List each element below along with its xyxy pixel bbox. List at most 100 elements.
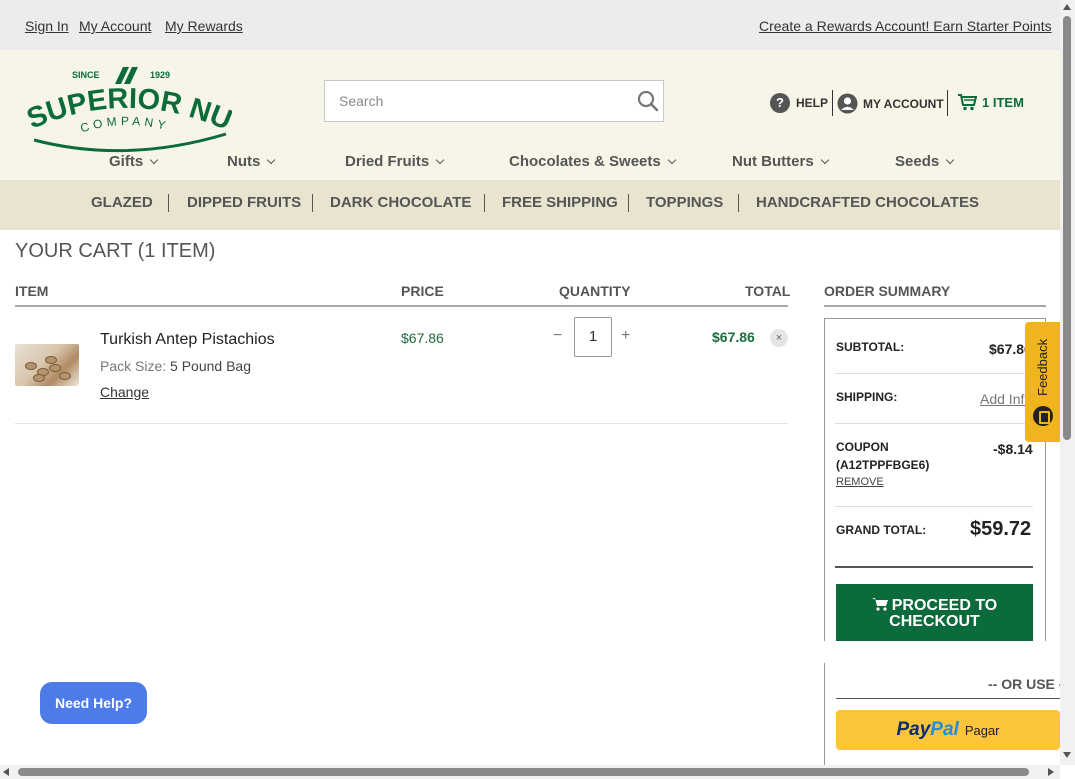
- subtotal-label: SUBTOTAL:: [836, 340, 905, 354]
- scroll-right-icon[interactable]: [1048, 768, 1054, 776]
- promo-divider: [168, 194, 169, 212]
- my-account-header-link[interactable]: MY ACCOUNT: [837, 93, 944, 114]
- chevron-down-icon: [820, 155, 829, 165]
- vertical-scroll-thumb[interactable]: [1063, 16, 1071, 440]
- my-rewards-link[interactable]: My Rewards: [165, 18, 243, 34]
- nav-nuts[interactable]: Nuts: [227, 153, 276, 170]
- quantity-input[interactable]: 1: [574, 317, 612, 357]
- nav-chocolates-sweets[interactable]: Chocolates & Sweets: [509, 153, 676, 170]
- paypal-button[interactable]: PayPal Pagar: [836, 710, 1060, 750]
- summary-divider: [835, 566, 1033, 568]
- promo-link-dark-chocolate[interactable]: DARK CHOCOLATE: [330, 194, 471, 211]
- nav-label: Nut Butters: [732, 153, 814, 170]
- create-rewards-link[interactable]: Create a Rewards Account! Earn Starter P…: [759, 18, 1052, 34]
- row-divider: [15, 423, 788, 424]
- top-utility-bar: Sign In My Account My Rewards Create a R…: [0, 0, 1060, 50]
- promo-link-handcrafted-chocolates[interactable]: HANDCRAFTED CHOCOLATES: [756, 194, 979, 211]
- scroll-down-icon[interactable]: [1063, 752, 1071, 758]
- qty-decrease-button[interactable]: −: [553, 327, 562, 345]
- subtotal-value: $67.86: [989, 341, 1025, 357]
- item-pack-size: Pack Size: 5 Pound Bag: [100, 358, 251, 374]
- item-name[interactable]: Turkish Antep Pistachios: [100, 331, 275, 349]
- my-account-label: MY ACCOUNT: [863, 96, 944, 111]
- scroll-left-icon[interactable]: [3, 768, 9, 776]
- feedback-icon: [1033, 406, 1053, 426]
- item-price: $67.86: [401, 330, 444, 346]
- feedback-tab[interactable]: Feedback: [1025, 322, 1060, 442]
- summary-divider: [835, 373, 1033, 374]
- util-divider: [832, 90, 833, 116]
- summary-divider: [835, 506, 1033, 507]
- paypal-pagar-label: Pagar: [964, 723, 1000, 738]
- promo-link-toppings[interactable]: TOPPINGS: [646, 194, 723, 211]
- search-icon[interactable]: [637, 90, 659, 112]
- or-use-label: -- OR USE --: [988, 676, 1069, 692]
- cart-icon: [958, 94, 977, 111]
- summary-header-divider: [824, 305, 1046, 307]
- col-header-total: TOTAL: [745, 283, 791, 299]
- chevron-down-icon: [945, 155, 955, 165]
- search-box: [324, 80, 664, 122]
- promo-divider: [628, 194, 629, 212]
- help-link[interactable]: ? HELP: [770, 93, 828, 113]
- coupon-value: -$8.14: [993, 441, 1033, 457]
- pack-size-label: Pack Size:: [100, 358, 167, 374]
- nav-gifts[interactable]: Gifts: [109, 153, 159, 170]
- chevron-down-icon: [667, 155, 676, 165]
- product-image[interactable]: [15, 344, 79, 386]
- chevron-down-icon: [149, 155, 159, 165]
- promo-link-dipped-fruits[interactable]: DIPPED FRUITS: [187, 194, 301, 211]
- nav-label: Seeds: [895, 153, 940, 170]
- nav-label: Chocolates & Sweets: [509, 153, 661, 170]
- cart-count: 1 ITEM: [982, 94, 1024, 110]
- checkout-label-line1: PROCEED TO: [891, 597, 998, 614]
- sign-in-link[interactable]: Sign In: [25, 18, 69, 34]
- checkout-label-line2: CHECKOUT: [889, 613, 980, 630]
- order-summary-title: ORDER SUMMARY: [824, 283, 951, 299]
- search-input[interactable]: [325, 81, 615, 121]
- remove-item-button[interactable]: ×: [770, 329, 788, 347]
- horizontal-scroll-thumb[interactable]: [18, 768, 1029, 776]
- superior-nut-logo[interactable]: SINCE 1929 SUPERIOR NUT COMPANY: [11, 39, 236, 154]
- my-account-link[interactable]: My Account: [79, 18, 151, 34]
- help-icon: ?: [770, 93, 790, 113]
- promo-nav-bar: GLAZED DIPPED FRUITS DARK CHOCOLATE FREE…: [0, 180, 1060, 230]
- paypal-logo-pay: Pay: [896, 719, 931, 740]
- remove-coupon-link[interactable]: REMOVE: [836, 476, 884, 488]
- coupon-code: (A12TPPFBGE6): [836, 458, 930, 472]
- chevron-down-icon: [435, 155, 445, 165]
- cart-icon: [871, 598, 888, 611]
- nav-label: Dried Fruits: [345, 153, 430, 170]
- promo-divider: [484, 194, 485, 212]
- or-use-divider: [836, 698, 1060, 699]
- scroll-up-icon[interactable]: [1063, 4, 1071, 10]
- col-header-quantity: QUANTITY: [559, 283, 631, 299]
- coupon-label: COUPON: [836, 440, 889, 454]
- qty-increase-button[interactable]: +: [621, 327, 630, 345]
- paypal-logo-pal: Pal: [930, 719, 959, 740]
- promo-link-glazed[interactable]: GLAZED: [91, 194, 153, 211]
- shipping-add-info-link[interactable]: Add Info: [980, 391, 1025, 407]
- proceed-to-checkout-button[interactable]: PROCEED TO CHECKOUT: [836, 584, 1033, 641]
- help-label: HELP: [796, 96, 829, 110]
- promo-link-free-shipping[interactable]: FREE SHIPPING: [502, 194, 618, 211]
- nav-seeds[interactable]: Seeds: [895, 153, 955, 170]
- chevron-down-icon: [267, 155, 276, 165]
- shipping-label: SHIPPING:: [836, 390, 898, 404]
- grand-total-value: $59.72: [970, 518, 1032, 540]
- horizontal-scrollbar[interactable]: [0, 765, 1060, 779]
- cart-link[interactable]: 1 ITEM: [957, 93, 1024, 111]
- nav-label: Nuts: [227, 153, 261, 170]
- promo-divider: [738, 194, 739, 212]
- change-pack-link[interactable]: Change: [100, 384, 149, 400]
- vertical-scrollbar[interactable]: [1060, 0, 1075, 765]
- nav-dried-fruits[interactable]: Dried Fruits: [345, 153, 445, 170]
- col-header-price: PRICE: [401, 283, 444, 299]
- grand-total-label: GRAND TOTAL:: [836, 523, 927, 537]
- pack-size-value: 5 Pound Bag: [170, 358, 251, 374]
- header-divider: [15, 305, 788, 307]
- need-help-button[interactable]: Need Help?: [40, 682, 147, 724]
- cart-title: YOUR CART (1 ITEM): [15, 240, 216, 262]
- item-total: $67.86: [712, 329, 755, 345]
- nav-nut-butters[interactable]: Nut Butters: [732, 153, 829, 170]
